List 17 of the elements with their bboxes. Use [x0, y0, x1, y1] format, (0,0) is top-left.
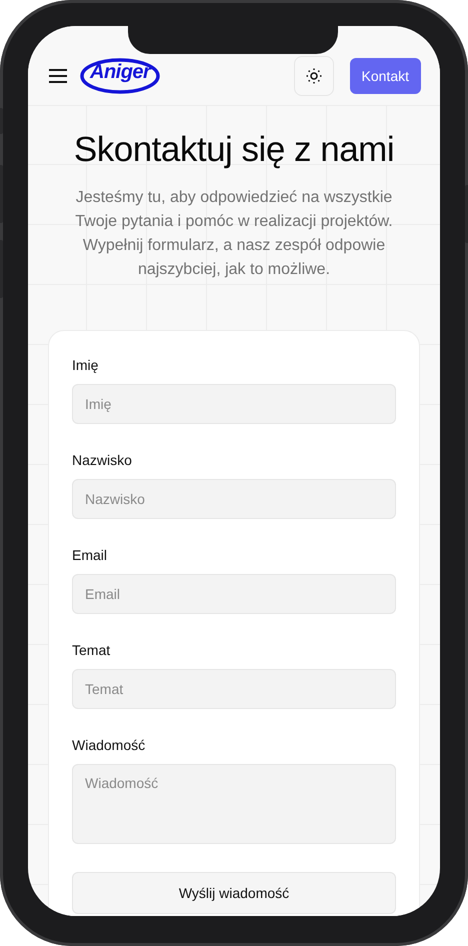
field-label: Temat	[72, 642, 112, 658]
field-label: Imię	[72, 357, 100, 373]
theme-toggle-button[interactable]	[294, 56, 334, 96]
page-title: Skontaktuj się z nami	[74, 130, 394, 170]
input-field[interactable]: Email	[72, 574, 396, 614]
menu-icon[interactable]	[48, 68, 68, 84]
input-field[interactable]: Temat	[72, 669, 396, 709]
field-label: Email	[72, 547, 108, 563]
field-label: Wiadomość	[72, 737, 146, 753]
message-field[interactable]: Wiadomość	[72, 764, 396, 844]
field-label: Nazwisko	[72, 452, 133, 468]
page-subtitle: Jesteśmy tu, aby odpowiedzieć na wszystkie Twoje pytania i pomóc w realizacji projektów. Wypełnij formularz, a nasz zespół odpowie najszybciej, jak to możliwe.	[74, 188, 394, 280]
sun-icon	[304, 66, 323, 84]
contact-button[interactable]: Kontakt	[350, 58, 421, 94]
input-field[interactable]: Imię	[72, 384, 396, 424]
input-field[interactable]: Nazwisko	[72, 479, 396, 519]
submit-button[interactable]: Wyślij wiadomość	[72, 872, 396, 914]
